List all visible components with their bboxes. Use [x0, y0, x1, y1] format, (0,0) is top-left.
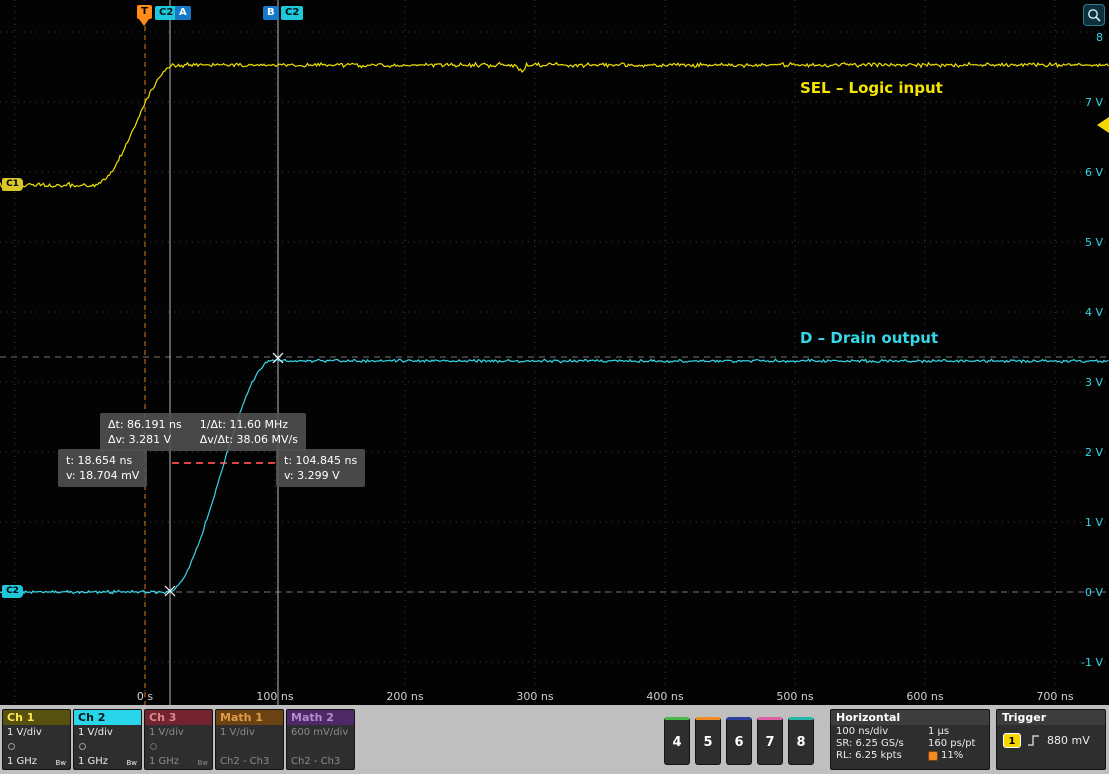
v-axis-label: 3 V [1085, 376, 1103, 389]
cursor-a-voltage: v: 18.704 mV [66, 468, 139, 483]
oscilloscope-screen: 8 7 V 6 V 5 V 4 V 3 V 2 V 1 V 0 V -1 V 0… [0, 0, 1109, 774]
button-7[interactable]: 7 [757, 717, 783, 765]
bw-limit-label: Bw [126, 759, 137, 767]
magnifier-icon [1087, 8, 1102, 23]
button-5[interactable]: 5 [695, 717, 721, 765]
channel-name: Ch 1 [3, 710, 70, 725]
ch1-annotation: SEL – Logic input [800, 79, 943, 97]
rising-edge-icon [1027, 733, 1041, 748]
channel-badges: Ch 1 1 V/div 1 GHz Bw Ch 2 1 V/div 1 GHz… [2, 709, 355, 770]
horizontal-window: 1 μs [928, 726, 984, 737]
trigger-title: Trigger [997, 710, 1105, 725]
ch1-position-marker[interactable]: C1 [2, 178, 23, 191]
sample-resolution: 160 ps/pt [928, 738, 984, 749]
math-source: Ch2 - Ch3 [220, 756, 269, 767]
channel-badge-ch2[interactable]: Ch 2 1 V/div 1 GHz Bw [73, 709, 142, 770]
horizontal-title: Horizontal [831, 710, 989, 725]
cursor-readout-a[interactable]: t: 18.654 ns v: 18.704 mV [58, 449, 147, 487]
math-scale: 600 mV/div [287, 725, 354, 738]
cursor-readout-b[interactable]: t: 104.845 ns v: 3.299 V [276, 449, 365, 487]
ch2-trace [0, 359, 1109, 594]
slew-rate-value: Δv/Δt: 38.06 MV/s [200, 432, 298, 447]
cursor-b-badge[interactable]: B [263, 6, 279, 20]
cursor-a-badge[interactable]: A [175, 6, 191, 20]
trigger-source-badge: 1 [1003, 733, 1021, 748]
t-axis-label: 700 ns [1036, 690, 1073, 703]
probe-icon [8, 743, 15, 750]
cursor-b-source-badge[interactable]: C2 [281, 6, 303, 20]
t-axis-label: 0 s [137, 690, 153, 703]
trigger-arrow-icon [139, 19, 149, 26]
status-bar: Ch 1 1 V/div 1 GHz Bw Ch 2 1 V/div 1 GHz… [0, 705, 1109, 774]
math2-badge[interactable]: Math 2 600 mV/div Ch2 - Ch3 [286, 709, 355, 770]
delta-v-value: Δv: 3.281 V [108, 432, 182, 447]
channel-bandwidth: 1 GHz [149, 756, 179, 767]
button-4[interactable]: 4 [664, 717, 690, 765]
horizontal-scale: 100 ns/div [836, 726, 928, 737]
button-8[interactable]: 8 [788, 717, 814, 765]
v-axis-label: 7 V [1085, 96, 1103, 109]
zoom-button[interactable] [1083, 4, 1105, 26]
channel-badge-ch3[interactable]: Ch 3 1 V/div 1 GHz Bw [144, 709, 213, 770]
channel-name: Ch 3 [145, 710, 212, 725]
trigger-panel[interactable]: Trigger 1 880 mV [996, 709, 1106, 770]
ch2-position-marker[interactable]: C2 [2, 585, 23, 598]
v-axis-label: 4 V [1085, 306, 1103, 319]
cursor-a-source-badge[interactable]: C2 [155, 6, 177, 20]
channel-scale: 1 V/div [3, 725, 70, 738]
math-source: Ch2 - Ch3 [291, 756, 340, 767]
inv-delta-t-value: 1/Δt: 11.60 MHz [200, 417, 298, 432]
trigger-marker[interactable]: T [137, 5, 152, 19]
probe-icon [150, 743, 157, 750]
math-name: Math 2 [287, 710, 354, 725]
channel-scale: 1 V/div [145, 725, 212, 738]
bw-limit-label: Bw [55, 759, 66, 767]
channel-bandwidth: 1 GHz [7, 756, 37, 767]
waveform-display: 8 7 V 6 V 5 V 4 V 3 V 2 V 1 V 0 V -1 V 0… [0, 0, 1109, 705]
channel-badge-ch1[interactable]: Ch 1 1 V/div 1 GHz Bw [2, 709, 71, 770]
t-axis-label: 600 ns [906, 690, 943, 703]
math-scale: 1 V/div [216, 725, 283, 738]
t-axis-label: 300 ns [516, 690, 553, 703]
delta-t-value: Δt: 86.191 ns [108, 417, 182, 432]
v-axis-label: 0 V [1085, 586, 1103, 599]
record-length: RL: 6.25 kpts [836, 750, 928, 761]
channel-name: Ch 2 [74, 710, 141, 725]
v-axis-label: -1 V [1081, 656, 1103, 669]
probe-icon [79, 743, 86, 750]
sample-rate: SR: 6.25 GS/s [836, 738, 928, 749]
v-axis-label: 1 V [1085, 516, 1103, 529]
t-axis-label: 200 ns [386, 690, 423, 703]
channel-bandwidth: 1 GHz [78, 756, 108, 767]
cursor-b-time: t: 104.845 ns [284, 453, 357, 468]
trigger-level-marker[interactable] [1097, 117, 1109, 133]
ch2-annotation: D – Drain output [800, 329, 938, 347]
cursor-b-voltage: v: 3.299 V [284, 468, 357, 483]
trigger-level: 880 mV [1047, 734, 1090, 747]
v-axis-label: 6 V [1085, 166, 1103, 179]
math1-badge[interactable]: Math 1 1 V/div Ch2 - Ch3 [215, 709, 284, 770]
channel-scale: 1 V/div [74, 725, 141, 738]
cursor-a-time: t: 18.654 ns [66, 453, 139, 468]
v-axis-label: 5 V [1085, 236, 1103, 249]
t-axis-label: 400 ns [646, 690, 683, 703]
function-buttons: 4 5 6 7 8 [664, 717, 814, 765]
waveform-svg [0, 0, 1109, 705]
button-6[interactable]: 6 [726, 717, 752, 765]
horizontal-position: 11% [941, 750, 963, 761]
v-axis-label: 2 V [1085, 446, 1103, 459]
t-axis-label: 500 ns [776, 690, 813, 703]
t-axis-label: 100 ns [256, 690, 293, 703]
bw-limit-label: Bw [197, 759, 208, 767]
horizontal-panel[interactable]: Horizontal 100 ns/div 1 μs SR: 6.25 GS/s… [830, 709, 990, 770]
cursor-readout-delta[interactable]: Δt: 86.191 ns 1/Δt: 11.60 MHz Δv: 3.281 … [100, 413, 306, 451]
math-name: Math 1 [216, 710, 283, 725]
horizontal-position-icon [928, 751, 938, 761]
v-axis-label: 8 [1096, 31, 1103, 44]
